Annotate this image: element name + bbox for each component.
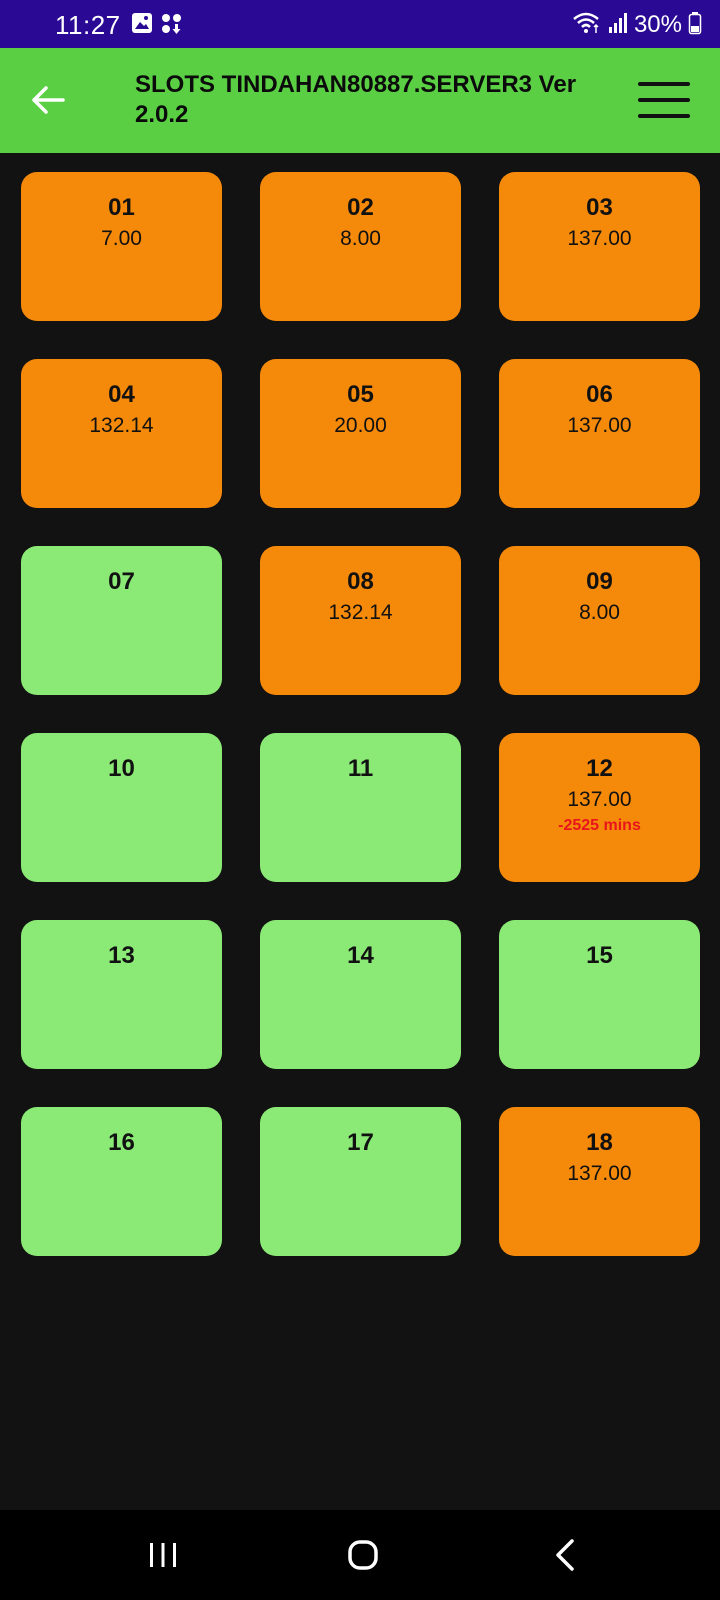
slot-tile-01[interactable]: 01 7.00 <box>21 172 222 321</box>
notification-apps-icon <box>160 12 184 41</box>
hamburger-menu-icon <box>638 82 690 86</box>
slot-number: 17 <box>347 1129 374 1156</box>
home-button[interactable] <box>333 1528 393 1582</box>
slot-amount: 137.00 <box>567 227 632 250</box>
slot-amount: 20.00 <box>334 414 387 437</box>
slot-tile-07[interactable]: 07 <box>21 546 222 695</box>
slot-number: 09 <box>586 568 613 595</box>
status-bar: 11:27 30% <box>0 0 720 48</box>
slot-number: 13 <box>108 942 135 969</box>
slot-amount: 137.00 <box>567 1162 632 1185</box>
slot-tile-13[interactable]: 13 <box>21 920 222 1069</box>
status-time: 11:27 <box>55 10 121 40</box>
recent-apps-button[interactable] <box>133 1528 193 1582</box>
slot-tile-05[interactable]: 05 20.00 <box>260 359 461 508</box>
slot-number: 06 <box>586 381 613 408</box>
slot-grid: 01 7.00 02 8.00 03 137.00 04 132.14 05 20.00 06 137… <box>21 172 700 1256</box>
slot-number: 04 <box>108 381 135 408</box>
back-icon <box>556 1539 574 1571</box>
app-bar: SLOTS TINDAHAN80887.SERVER3 Ver 2.0.2 <box>0 48 720 153</box>
menu-button[interactable] <box>636 78 692 122</box>
battery-percentage: 30% <box>633 11 682 38</box>
recent-apps-icon <box>150 1543 176 1567</box>
slot-tile-14[interactable]: 14 <box>260 920 461 1069</box>
gallery-icon <box>131 12 153 39</box>
navigation-bar <box>0 1510 720 1600</box>
slot-tile-08[interactable]: 08 132.14 <box>260 546 461 695</box>
slot-number: 01 <box>108 194 135 221</box>
slot-number: 14 <box>347 942 374 969</box>
slot-tile-02[interactable]: 02 8.00 <box>260 172 461 321</box>
back-button[interactable] <box>20 74 76 126</box>
slot-time-note: -2525 mins <box>558 817 641 834</box>
slot-number: 12 <box>586 755 613 782</box>
slot-amount: 8.00 <box>340 227 381 250</box>
slot-amount: 137.00 <box>567 414 632 437</box>
slot-tile-03[interactable]: 03 137.00 <box>499 172 700 321</box>
slot-number: 10 <box>108 755 135 782</box>
slot-amount: 132.14 <box>89 414 154 437</box>
signal-icon <box>608 12 628 39</box>
slot-number: 02 <box>347 194 374 221</box>
slot-tile-11[interactable]: 11 <box>260 733 461 882</box>
slot-tile-15[interactable]: 15 <box>499 920 700 1069</box>
slot-number: 11 <box>347 755 374 782</box>
slot-tile-04[interactable]: 04 132.14 <box>21 359 222 508</box>
slot-number: 15 <box>586 942 613 969</box>
slot-number: 08 <box>347 568 374 595</box>
slot-tile-09[interactable]: 09 8.00 <box>499 546 700 695</box>
slot-number: 18 <box>586 1129 613 1156</box>
slot-amount: 7.00 <box>101 227 142 250</box>
slot-amount: 8.00 <box>579 601 620 624</box>
status-indicators: 30% <box>572 10 702 40</box>
slot-amount: 132.14 <box>328 601 393 624</box>
home-icon <box>348 1540 378 1570</box>
slot-number: 16 <box>108 1129 135 1156</box>
slot-amount: 137.00 <box>567 788 632 811</box>
slot-number: 03 <box>586 194 613 221</box>
slot-tile-10[interactable]: 10 <box>21 733 222 882</box>
slot-tile-12[interactable]: 12 137.00 -2525 mins <box>499 733 700 882</box>
slot-tile-16[interactable]: 16 <box>21 1107 222 1256</box>
battery-icon <box>688 11 702 40</box>
wifi-icon <box>572 11 602 40</box>
slot-tile-17[interactable]: 17 <box>260 1107 461 1256</box>
back-nav-button[interactable] <box>535 1528 595 1582</box>
app-title: SLOTS TINDAHAN80887.SERVER3 Ver 2.0.2 <box>135 71 577 128</box>
arrow-left-icon <box>32 86 65 114</box>
slot-tile-18[interactable]: 18 137.00 <box>499 1107 700 1256</box>
slot-tile-06[interactable]: 06 137.00 <box>499 359 700 508</box>
slot-number: 07 <box>108 568 135 595</box>
slot-number: 05 <box>347 381 374 408</box>
